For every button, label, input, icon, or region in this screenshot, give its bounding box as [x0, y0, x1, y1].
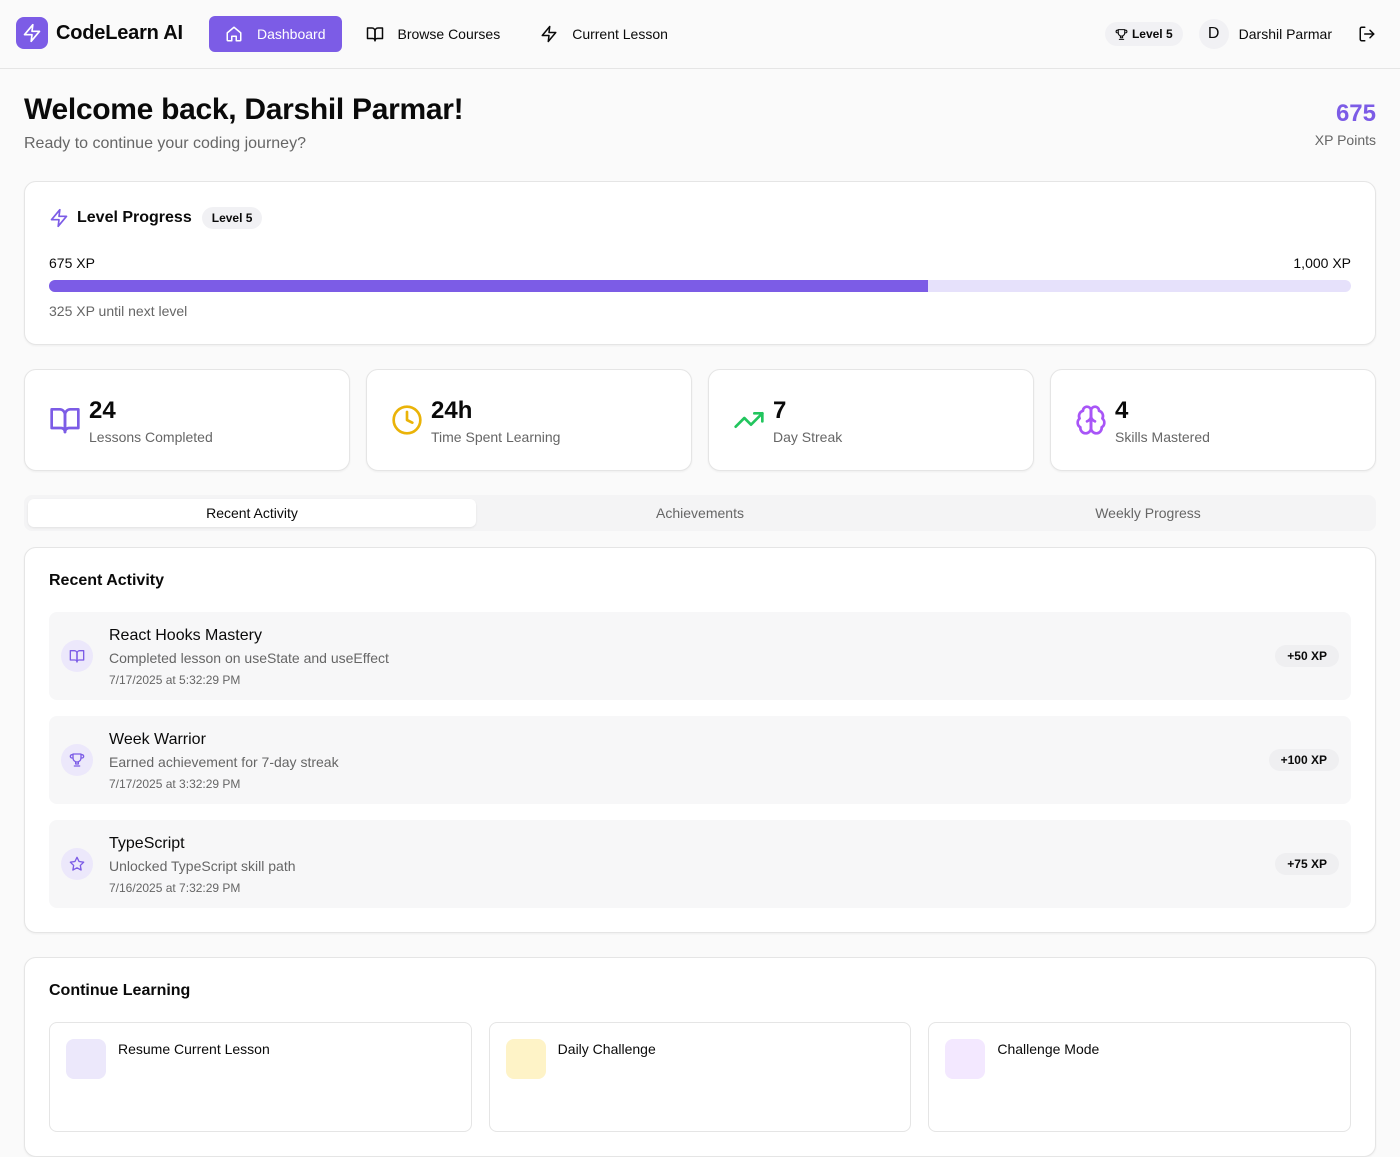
trophy-icon	[61, 744, 93, 776]
option-label: Daily Challenge	[557, 1041, 656, 1057]
list-item[interactable]: React Hooks Mastery Completed lesson on …	[49, 612, 1351, 700]
book-open-icon	[49, 404, 81, 436]
stat-value: 4	[1115, 397, 1129, 424]
tab-recent-activity[interactable]: Recent Activity	[28, 499, 476, 527]
zap-icon	[49, 208, 69, 228]
nav-dashboard-label: Dashboard	[257, 26, 326, 42]
nav-current-lesson[interactable]: Current Lesson	[524, 16, 684, 52]
stat-label: Time Spent Learning	[431, 429, 561, 445]
clock-icon	[391, 404, 423, 436]
activity-timestamp: 7/16/2025 at 7:32:29 PM	[109, 881, 241, 895]
activity-description: Completed lesson on useState and useEffe…	[109, 650, 389, 666]
stat-label: Day Streak	[773, 429, 843, 445]
level-progress-title: Level Progress	[77, 209, 192, 226]
activity-title: TypeScript	[109, 835, 185, 852]
home-icon	[225, 25, 243, 43]
level-badge: Level 5	[1104, 22, 1183, 46]
xp-badge: +50 XP	[1275, 645, 1339, 667]
option-label: Challenge Mode	[997, 1041, 1100, 1057]
target-xp-label: 1,000 XP	[1293, 255, 1351, 271]
nav-current-lesson-label: Current Lesson	[572, 26, 668, 42]
daily-challenge-button[interactable]: Daily Challenge	[488, 1022, 912, 1132]
target-icon	[505, 1039, 546, 1079]
page-title: Welcome back, Darshil Parmar!	[24, 93, 464, 126]
stat-card-time: 24h Time Spent Learning	[366, 369, 692, 471]
recent-activity-card: Recent Activity React Hooks Mastery Comp…	[24, 547, 1376, 933]
level-progress-card: Level Progress Level 5 675 XP 1,000 XP 3…	[24, 181, 1376, 345]
dashboard-tabs: Recent Activity Achievements Weekly Prog…	[24, 495, 1376, 531]
level-progress-fill	[49, 280, 928, 292]
xp-badge: +75 XP	[1275, 853, 1339, 875]
xp-value: 675	[1335, 100, 1376, 127]
avatar[interactable]: D	[1198, 19, 1229, 49]
xp-badge: +100 XP	[1268, 749, 1339, 771]
stat-label: Lessons Completed	[89, 429, 213, 445]
activity-description: Unlocked TypeScript skill path	[109, 858, 296, 874]
level-badge-label: Level 5	[1131, 27, 1173, 41]
list-item[interactable]: Week Warrior Earned achievement for 7-da…	[49, 716, 1351, 804]
zap-icon	[540, 25, 558, 43]
main-nav: Dashboard Browse Courses Current Lesson	[209, 16, 692, 52]
book-open-icon	[366, 25, 384, 43]
activity-title: Week Warrior	[109, 731, 206, 748]
stat-card-skills: 4 Skills Mastered	[1050, 369, 1376, 471]
brain-icon	[1075, 404, 1107, 436]
nav-browse-courses[interactable]: Browse Courses	[350, 16, 517, 52]
top-navigation-bar: CodeLearn AI Dashboard Browse Courses Cu…	[0, 0, 1400, 69]
app-name: CodeLearn AI	[56, 21, 183, 44]
xp-summary: 675 XP Points	[1315, 100, 1376, 148]
stat-label: Skills Mastered	[1115, 429, 1210, 445]
book-open-icon	[61, 640, 93, 672]
user-name[interactable]: Darshil Parmar	[1239, 26, 1332, 42]
brand[interactable]: CodeLearn AI	[16, 17, 183, 49]
continue-learning-options: Resume Current Lesson Daily Challenge Ch…	[49, 1022, 1352, 1132]
trophy-icon	[1115, 28, 1128, 41]
user-area: Level 5 D Darshil Parmar	[1104, 16, 1376, 52]
stat-card-streak: 7 Day Streak	[708, 369, 1034, 471]
tab-achievements[interactable]: Achievements	[476, 499, 924, 527]
challenge-mode-button[interactable]: Challenge Mode	[928, 1022, 1352, 1132]
stat-value: 24	[89, 397, 116, 424]
option-label: Resume Current Lesson	[118, 1041, 270, 1057]
activity-timestamp: 7/17/2025 at 3:32:29 PM	[109, 777, 241, 791]
level-progress-bar	[49, 280, 1351, 292]
xp-remaining-note: 325 XP until next level	[49, 303, 188, 319]
trending-up-icon	[733, 404, 765, 436]
page-subtitle: Ready to continue your coding journey?	[24, 135, 306, 152]
logout-icon[interactable]	[1358, 25, 1376, 43]
stat-value: 7	[773, 397, 787, 424]
activity-description: Earned achievement for 7-day streak	[109, 754, 339, 770]
recent-activity-title: Recent Activity	[49, 572, 164, 589]
star-icon	[61, 848, 93, 880]
activity-timestamp: 7/17/2025 at 5:32:29 PM	[109, 673, 241, 687]
stat-card-lessons: 24 Lessons Completed	[24, 369, 350, 471]
brand-logo-icon	[16, 17, 48, 49]
stat-value: 24h	[431, 397, 473, 424]
nav-dashboard[interactable]: Dashboard	[209, 16, 342, 52]
resume-lesson-button[interactable]: Resume Current Lesson	[49, 1022, 472, 1132]
activity-title: React Hooks Mastery	[109, 627, 262, 644]
activity-list: React Hooks Mastery Completed lesson on …	[49, 612, 1351, 924]
continue-learning-card: Continue Learning Resume Current Lesson …	[24, 957, 1376, 1157]
swords-icon	[945, 1039, 986, 1079]
xp-label: XP Points	[1314, 132, 1376, 148]
nav-browse-courses-label: Browse Courses	[397, 26, 501, 42]
tab-weekly-progress[interactable]: Weekly Progress	[924, 499, 1372, 527]
list-item[interactable]: TypeScript Unlocked TypeScript skill pat…	[49, 820, 1351, 908]
continue-learning-title: Continue Learning	[49, 982, 191, 999]
level-progress-badge: Level 5	[201, 207, 263, 229]
play-icon	[66, 1039, 106, 1079]
current-xp-label: 675 XP	[49, 255, 95, 271]
